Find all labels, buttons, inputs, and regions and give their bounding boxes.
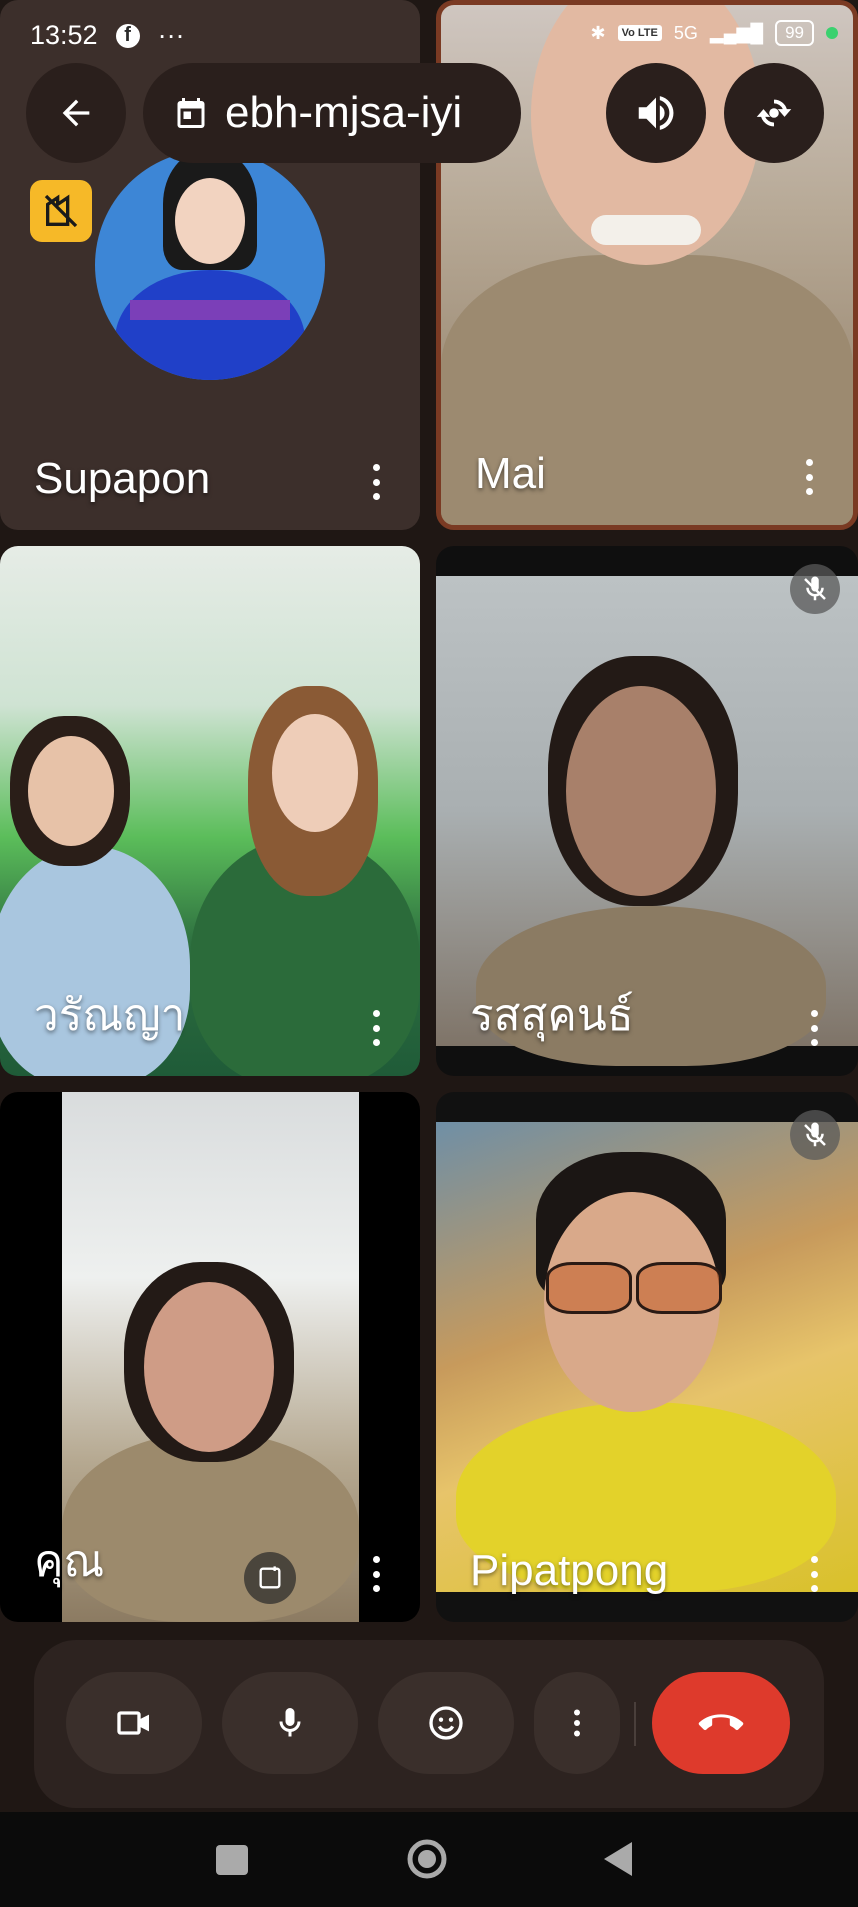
back-nav-icon[interactable] [600,1834,636,1884]
more-vert-icon[interactable] [372,1556,380,1592]
muted-mic-icon [790,1110,840,1160]
network-label: 5G [673,22,698,43]
more-vert-icon [574,1709,580,1737]
video-feed [436,576,858,1066]
camera-toggle-button[interactable] [66,1672,202,1774]
reframe-icon[interactable] [244,1552,296,1604]
more-vert-icon[interactable] [372,1010,380,1046]
audio-output-button[interactable] [606,63,706,163]
call-controls [34,1640,824,1808]
notification-more: ··· [157,20,185,50]
more-options-button[interactable] [534,1672,620,1774]
participant-tile[interactable]: วรัณญา [0,546,420,1076]
video-feed [436,1122,858,1592]
meeting-code: ebh-mjsa-iyi [225,88,463,137]
video-camera-icon [117,1711,149,1735]
emoji-icon [429,1706,463,1740]
participant-tile[interactable]: คุณ [0,1092,420,1622]
participant-name: Mai [475,449,546,498]
arrow-left-icon [62,99,90,127]
participant-name: Pipatpong [470,1546,669,1595]
speaker-icon [638,96,674,130]
video-feed [62,1092,359,1622]
participant-name: Supapon [34,454,211,503]
volte-icon: Vo LTE [617,25,662,41]
microphone-icon [279,1708,301,1737]
participant-tile[interactable]: Pipatpong [436,1092,858,1622]
status-bar: 13:52 f ··· ✱ Vo LTE 5G ▂▄▆█ 99 [0,0,858,72]
more-vert-icon[interactable] [810,1010,818,1046]
more-vert-icon[interactable] [805,459,813,495]
meeting-code-chip[interactable]: ebh-mjsa-iyi [143,63,521,163]
reactions-button[interactable] [378,1672,514,1774]
participant-name: คุณ [34,1537,105,1586]
low-bandwidth-icon [30,180,92,242]
participant-name: วรัณญา [34,991,186,1040]
system-nav-bar [0,1812,858,1907]
participant-tile[interactable]: รสสุคนธ์ [436,546,858,1076]
muted-mic-icon [790,564,840,614]
more-vert-icon[interactable] [810,1556,818,1592]
switch-camera-button[interactable] [724,63,824,163]
battery-icon: 99 [775,20,814,46]
back-button[interactable] [26,63,126,163]
participant-name: รสสุคนธ์ [470,991,634,1040]
home-icon[interactable] [404,1834,450,1884]
status-time: 13:52 [30,20,98,50]
more-vert-icon[interactable] [372,464,380,500]
facebook-icon: f [115,23,140,48]
mic-toggle-button[interactable] [222,1672,358,1774]
end-call-button[interactable] [652,1672,790,1774]
mic-active-dot [826,27,838,39]
avatar [95,150,325,380]
recents-icon[interactable] [214,1834,250,1884]
bluetooth-icon: ✱ [590,22,606,43]
calendar-icon [177,98,205,128]
switch-camera-icon [756,99,792,127]
divider [634,1702,636,1746]
signal-icon: ▂▄▆█ [709,22,764,43]
end-call-icon [698,1714,744,1731]
